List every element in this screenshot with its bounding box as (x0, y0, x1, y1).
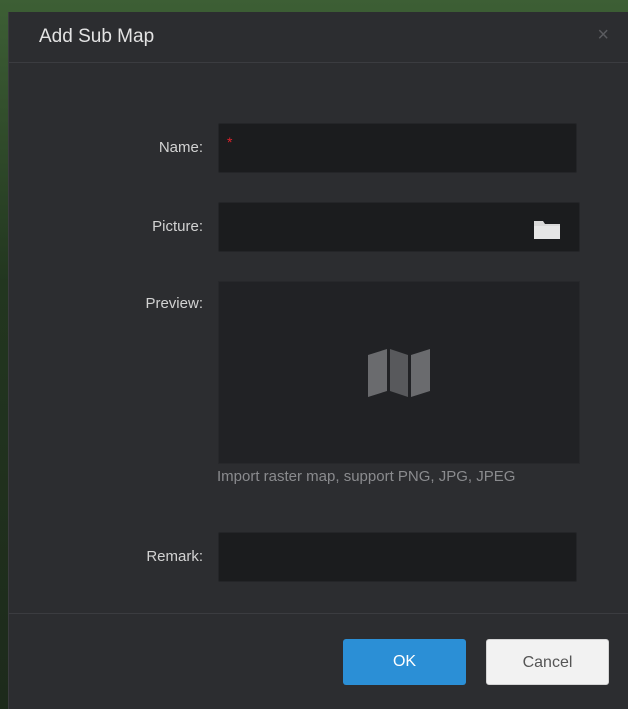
add-sub-map-dialog: Add Sub Map × Name: * Picture: Preview: … (8, 12, 628, 709)
name-label: Name: (158, 139, 203, 156)
folder-icon[interactable] (533, 218, 561, 240)
close-icon[interactable]: × (597, 25, 609, 45)
picture-label: Picture: (152, 218, 203, 235)
remark-label: Remark: (146, 548, 203, 565)
preview-hint: Import raster map, support PNG, JPG, JPE… (217, 468, 516, 485)
map-icon (368, 349, 430, 402)
preview-label: Preview: (145, 295, 203, 312)
name-input[interactable]: * (218, 123, 577, 173)
remark-input[interactable] (218, 532, 577, 582)
ok-button[interactable]: OK (343, 639, 466, 685)
footer-divider (9, 613, 628, 614)
cancel-button[interactable]: Cancel (486, 639, 609, 685)
dialog-header: Add Sub Map × (9, 12, 628, 63)
map-preview (218, 281, 580, 464)
required-mark: * (227, 134, 233, 150)
picture-input[interactable] (218, 202, 580, 252)
dialog-title: Add Sub Map (39, 26, 155, 47)
